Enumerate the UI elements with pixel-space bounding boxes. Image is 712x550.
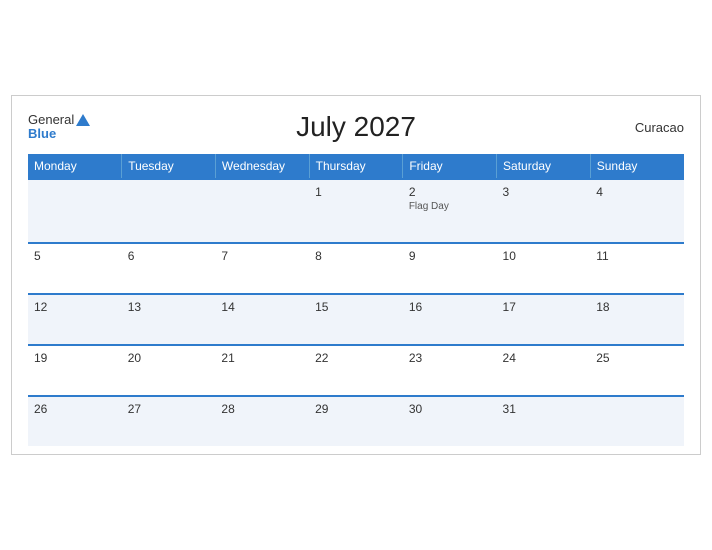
calendar-cell: 4 [590, 179, 684, 243]
calendar-cell: 22 [309, 345, 403, 396]
day-number: 27 [128, 402, 210, 416]
logo-blue-text: Blue [28, 126, 56, 142]
day-number: 4 [596, 185, 678, 199]
weekday-header-saturday: Saturday [497, 154, 591, 179]
day-number: 15 [315, 300, 397, 314]
region-label: Curacao [635, 120, 684, 135]
day-number: 18 [596, 300, 678, 314]
calendar-cell: 1 [309, 179, 403, 243]
day-number: 2 [409, 185, 491, 199]
week-row-2: 56789 10 11 [28, 243, 684, 294]
calendar-cell: 10 [497, 243, 591, 294]
week-row-4: 19 20 21 22 23 24 25 [28, 345, 684, 396]
calendar-cell: 17 [497, 294, 591, 345]
calendar-cell: 16 [403, 294, 497, 345]
calendar-cell: 21 [215, 345, 309, 396]
calendar-cell: 15 [309, 294, 403, 345]
weekday-header-wednesday: Wednesday [215, 154, 309, 179]
calendar-cell: 28 [215, 396, 309, 446]
calendar-cell: 18 [590, 294, 684, 345]
calendar-cell: 24 [497, 345, 591, 396]
calendar-cell [122, 179, 216, 243]
day-number: 31 [503, 402, 585, 416]
week-row-1: 12 Flag Day 34 [28, 179, 684, 243]
day-number: 10 [503, 249, 585, 263]
day-number: 9 [409, 249, 491, 263]
day-number: 13 [128, 300, 210, 314]
calendar-cell: 12 [28, 294, 122, 345]
day-number: 25 [596, 351, 678, 365]
day-number: 8 [315, 249, 397, 263]
weekday-header-friday: Friday [403, 154, 497, 179]
calendar-weekday-header: MondayTuesdayWednesdayThursdayFridaySatu… [28, 154, 684, 179]
day-number: 17 [503, 300, 585, 314]
day-number: 14 [221, 300, 303, 314]
calendar-cell: 25 [590, 345, 684, 396]
calendar-cell: 6 [122, 243, 216, 294]
calendar-cell: 5 [28, 243, 122, 294]
month-title: July 2027 [296, 111, 416, 143]
calendar-cell: 19 [28, 345, 122, 396]
logo-triangle-icon [76, 114, 90, 126]
week-row-3: 12 13 14 15 16 17 18 [28, 294, 684, 345]
day-number: 1 [315, 185, 397, 199]
calendar-cell: 26 [28, 396, 122, 446]
day-number: 21 [221, 351, 303, 365]
calendar-header: General Blue July 2027 Curacao [28, 112, 684, 141]
logo: General Blue [28, 112, 90, 141]
calendar-cell [215, 179, 309, 243]
day-number: 7 [221, 249, 303, 263]
calendar-cell: 31 [497, 396, 591, 446]
calendar-cell: 9 [403, 243, 497, 294]
calendar-container: General Blue July 2027 Curacao MondayTue… [11, 95, 701, 454]
week-row-5: 26 27 28 29 30 31 [28, 396, 684, 446]
calendar-cell: 23 [403, 345, 497, 396]
calendar-cell [590, 396, 684, 446]
calendar-cell: 29 [309, 396, 403, 446]
day-number: 20 [128, 351, 210, 365]
day-number: 6 [128, 249, 210, 263]
day-number: 26 [34, 402, 116, 416]
calendar-cell [28, 179, 122, 243]
weekday-header-thursday: Thursday [309, 154, 403, 179]
day-number: 3 [503, 185, 585, 199]
calendar-cell: 8 [309, 243, 403, 294]
calendar-cell: 11 [590, 243, 684, 294]
calendar-cell: 2 Flag Day [403, 179, 497, 243]
weekday-header-monday: Monday [28, 154, 122, 179]
day-number: 5 [34, 249, 116, 263]
calendar-cell: 27 [122, 396, 216, 446]
day-number: 16 [409, 300, 491, 314]
day-number: 22 [315, 351, 397, 365]
day-number: 24 [503, 351, 585, 365]
weekday-header-sunday: Sunday [590, 154, 684, 179]
day-event: Flag Day [409, 201, 491, 212]
calendar-grid: MondayTuesdayWednesdayThursdayFridaySatu… [28, 154, 684, 446]
calendar-cell: 13 [122, 294, 216, 345]
day-number: 30 [409, 402, 491, 416]
day-number: 19 [34, 351, 116, 365]
calendar-cell: 20 [122, 345, 216, 396]
day-number: 23 [409, 351, 491, 365]
weekday-header-tuesday: Tuesday [122, 154, 216, 179]
day-number: 12 [34, 300, 116, 314]
day-number: 11 [596, 249, 678, 263]
day-number: 28 [221, 402, 303, 416]
calendar-cell: 3 [497, 179, 591, 243]
day-number: 29 [315, 402, 397, 416]
calendar-cell: 30 [403, 396, 497, 446]
calendar-cell: 14 [215, 294, 309, 345]
calendar-cell: 7 [215, 243, 309, 294]
